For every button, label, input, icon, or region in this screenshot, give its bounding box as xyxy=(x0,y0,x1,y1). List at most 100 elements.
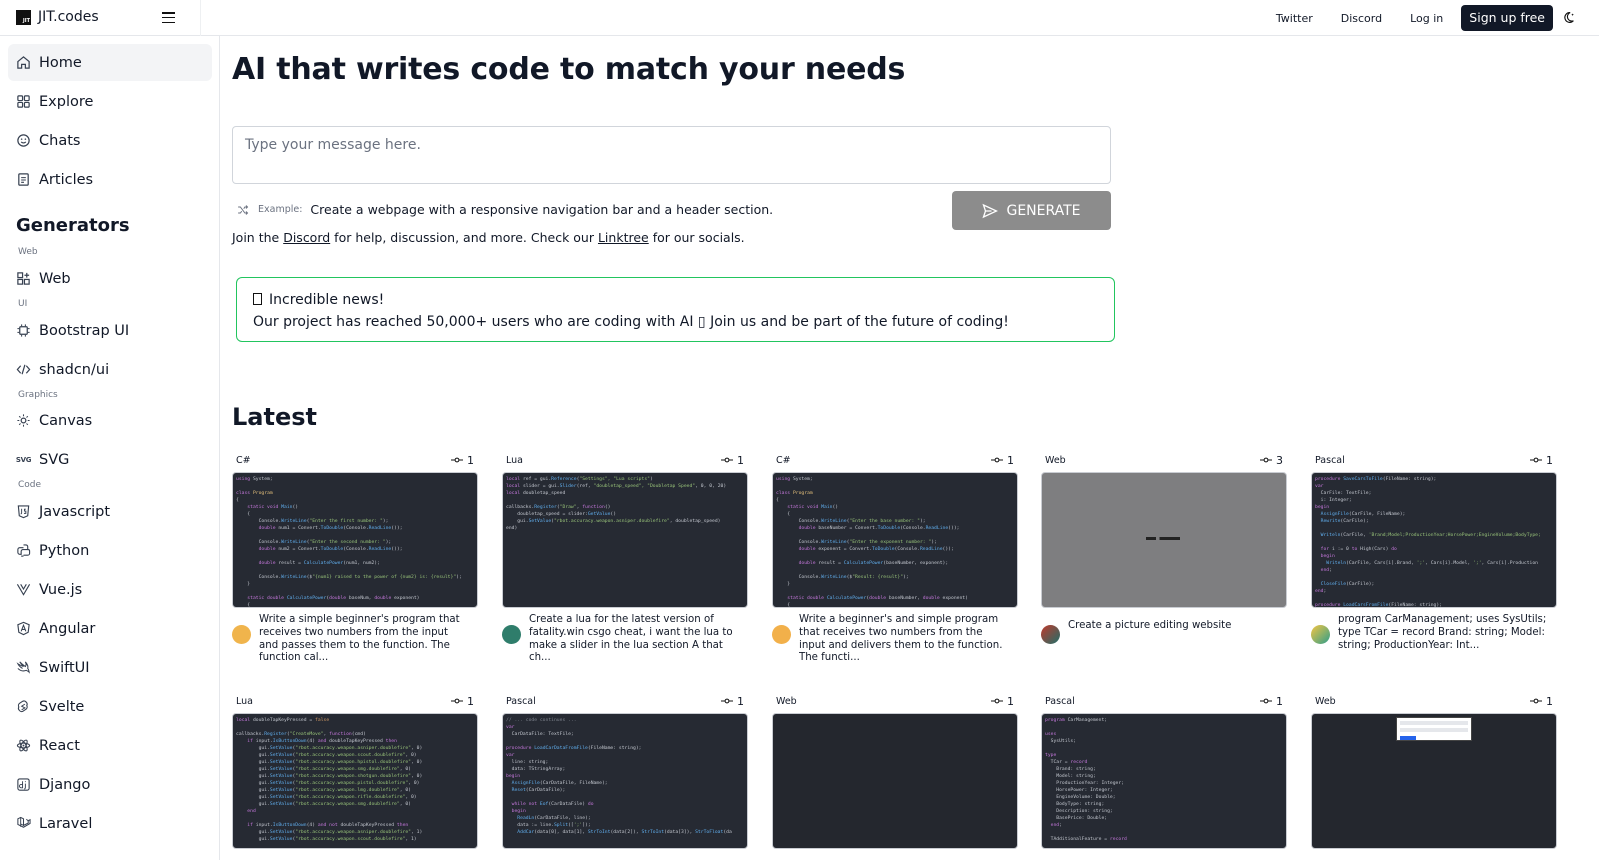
avatar[interactable] xyxy=(772,625,791,644)
avatar[interactable] xyxy=(502,625,521,644)
discord-inline-link[interactable]: Discord xyxy=(283,230,330,245)
project-card[interactable]: Web 1 xyxy=(772,692,1018,849)
megaphone-icon xyxy=(253,293,262,305)
project-card[interactable]: Pascal 1 program CarManagement; uses SysU… xyxy=(1041,692,1287,849)
avatar[interactable] xyxy=(1311,625,1330,644)
signup-button[interactable]: Sign up free xyxy=(1461,5,1553,31)
sidebar-item-web[interactable]: Web xyxy=(8,260,212,297)
card-language: C# xyxy=(236,454,251,466)
fork-icon xyxy=(1260,698,1272,704)
sidebar-item-laravel[interactable]: Laravel xyxy=(8,805,212,842)
join-prefix: Join the xyxy=(232,230,284,245)
shuffle-icon[interactable] xyxy=(237,204,249,216)
card-language: Web xyxy=(1045,454,1066,466)
avatar[interactable] xyxy=(1041,625,1060,644)
login-link[interactable]: Log in xyxy=(1410,12,1443,25)
generate-label: GENERATE xyxy=(1006,202,1081,219)
generate-button[interactable]: GENERATE xyxy=(952,191,1111,230)
fork-count[interactable]: 1 xyxy=(721,695,744,708)
example-text[interactable]: Create a webpage with a responsive navig… xyxy=(310,202,773,217)
code-preview[interactable]: program CarManagement; uses SysUtils; ty… xyxy=(1041,713,1287,849)
fork-icon xyxy=(1530,457,1542,463)
code-preview[interactable]: procedure SaveCarsToFile(FileName: strin… xyxy=(1311,472,1557,608)
project-card[interactable]: C# 1 using System; class Program { static… xyxy=(772,451,1018,665)
code-preview[interactable]: local ref = gui.Reference("Settings", "L… xyxy=(502,472,748,608)
sidebar-item-javascript[interactable]: Javascript xyxy=(8,493,212,530)
brand[interactable]: JIT JIT.codes xyxy=(16,9,99,25)
fork-count-value: 1 xyxy=(467,694,474,708)
join-suffix: for our socials. xyxy=(648,230,745,245)
avatar[interactable] xyxy=(232,625,251,644)
fork-count[interactable]: 1 xyxy=(1530,454,1553,467)
card-description[interactable]: Create a lua for the latest version of f… xyxy=(529,614,739,665)
brand-logo: JIT xyxy=(16,9,31,25)
news-banner: Incredible news! Our project has reached… xyxy=(236,277,1115,342)
example-row: Example: Create a webpage with a respons… xyxy=(237,202,773,217)
message-input[interactable] xyxy=(232,126,1111,184)
code-preview[interactable]: using System; class Program { static voi… xyxy=(772,472,1018,608)
vue-icon xyxy=(16,582,31,597)
fork-count[interactable]: 1 xyxy=(991,454,1014,467)
hamburger-menu-icon[interactable] xyxy=(162,12,175,23)
sidebar-item-label: Chats xyxy=(39,132,81,149)
fork-count[interactable]: 3 xyxy=(1260,454,1283,467)
sidebar-item-canvas[interactable]: Canvas xyxy=(8,402,212,439)
discord-link[interactable]: Discord xyxy=(1341,12,1382,25)
project-card[interactable]: Web 3 Create a picture editing website xyxy=(1041,451,1287,644)
project-card[interactable]: Pascal 1 // ... code continues ... var Ca… xyxy=(502,692,748,849)
sidebar-item-svelte[interactable]: Svelte xyxy=(8,688,212,725)
web-preview[interactable] xyxy=(1311,713,1557,849)
fork-count[interactable]: 1 xyxy=(1530,695,1553,708)
sidebar-item-swiftui[interactable]: SwiftUI xyxy=(8,649,212,686)
moon-icon[interactable] xyxy=(1562,11,1575,24)
sidebar-item-label: Javascript xyxy=(39,503,111,520)
code-preview[interactable]: using System; class Program { static voi… xyxy=(232,472,478,608)
card-description[interactable]: program CarManagement; uses SysUtils; ty… xyxy=(1338,614,1548,652)
home-icon xyxy=(16,55,31,70)
sidebar-item-shadcn-ui[interactable]: shadcn/ui xyxy=(8,351,212,388)
fork-count[interactable]: 1 xyxy=(991,695,1014,708)
sidebar-item-articles[interactable]: Articles xyxy=(8,161,212,198)
svg-icon: SVG xyxy=(15,455,32,464)
chip-icon xyxy=(16,323,31,338)
sidebar-item-python[interactable]: Python xyxy=(8,532,212,569)
sidebar-item-react[interactable]: React xyxy=(8,727,212,764)
fork-count[interactable]: 1 xyxy=(1260,695,1283,708)
code-preview[interactable]: // ... code continues ... var CarDataFil… xyxy=(502,713,748,849)
topbar-divider xyxy=(200,0,201,36)
sidebar-item-label: Django xyxy=(39,776,91,793)
sidebar-item-home[interactable]: Home xyxy=(8,44,212,81)
fork-count[interactable]: 1 xyxy=(451,454,474,467)
sidebar-item-label: Home xyxy=(39,54,82,71)
fork-count[interactable]: 1 xyxy=(721,454,744,467)
sun-icon xyxy=(16,413,31,428)
javascript-icon xyxy=(16,504,31,519)
sidebar-item-chats[interactable]: Chats xyxy=(8,122,212,159)
sidebar-item-vuejs[interactable]: Vue.js xyxy=(8,571,212,608)
project-card[interactable]: C# 1 using System; class Program { static… xyxy=(232,451,478,665)
web-preview[interactable] xyxy=(772,713,1018,849)
code-preview[interactable]: local doubleTapKeyPressed = false callba… xyxy=(232,713,478,849)
card-description[interactable]: Write a simple beginner's program that r… xyxy=(259,614,469,665)
fork-count-value: 1 xyxy=(1007,453,1014,467)
fork-count-value: 3 xyxy=(1276,453,1283,467)
project-card[interactable]: Pascal 1 procedure SaveCarsToFile(FileNam… xyxy=(1311,451,1557,652)
sidebar-item-bootstrap-ui[interactable]: Bootstrap UI xyxy=(8,312,212,349)
web-preview[interactable] xyxy=(1041,472,1287,608)
sidebar-item-django[interactable]: Django xyxy=(8,766,212,803)
swift-icon xyxy=(16,660,31,675)
card-description[interactable]: Write a beginner's and simple program th… xyxy=(799,614,1009,665)
twitter-link[interactable]: Twitter xyxy=(1276,12,1313,25)
django-icon xyxy=(16,777,31,792)
sidebar-item-svg[interactable]: SVG SVG xyxy=(8,441,212,478)
card-description[interactable]: Create a picture editing website xyxy=(1068,620,1278,644)
project-card[interactable]: Web 1 xyxy=(1311,692,1557,849)
top-bar: JIT JIT.codes Twitter Discord Log in Sig… xyxy=(0,0,1599,36)
fork-count[interactable]: 1 xyxy=(451,695,474,708)
linktree-link[interactable]: Linktree xyxy=(598,230,649,245)
project-card[interactable]: Lua 1 local ref = gui.Reference("Settings… xyxy=(502,451,748,665)
sidebar-item-explore[interactable]: Explore xyxy=(8,83,212,120)
sidebar-item-angular[interactable]: Angular xyxy=(8,610,212,647)
project-card[interactable]: Lua 1 local doubleTapKeyPressed = false c… xyxy=(232,692,478,849)
sidebar-item-label: Bootstrap UI xyxy=(39,322,130,339)
